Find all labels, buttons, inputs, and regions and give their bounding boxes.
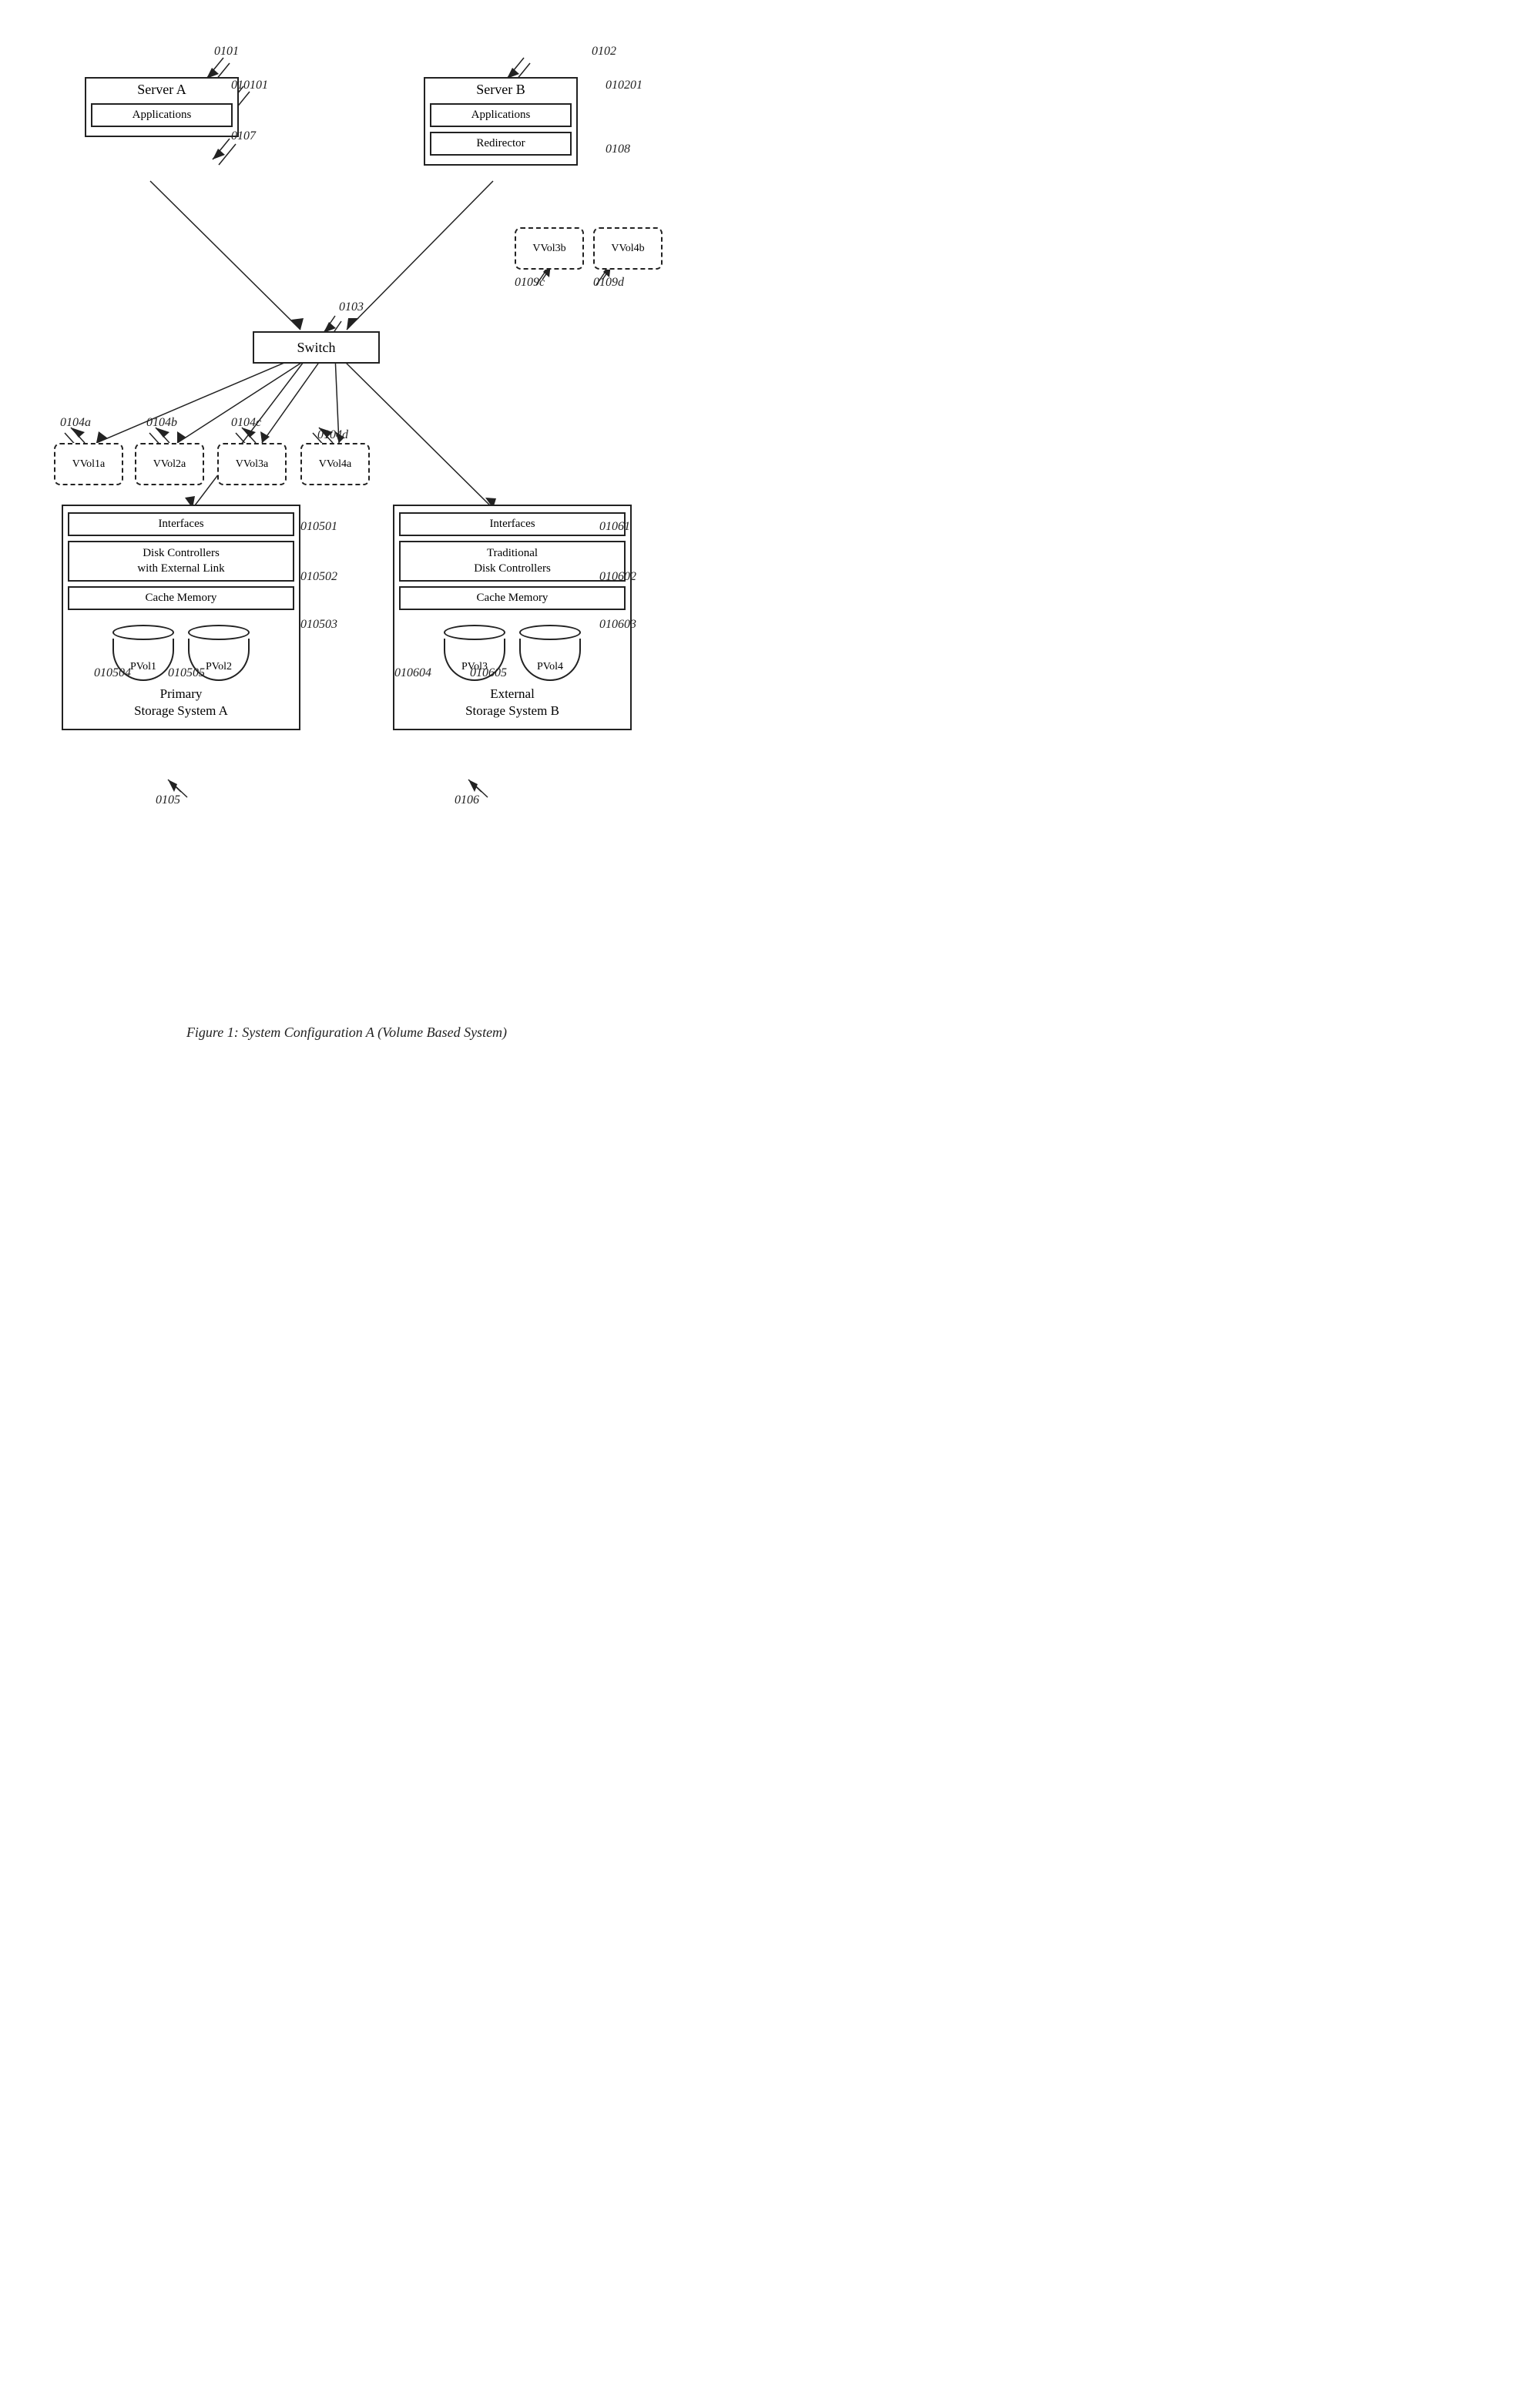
- storage-a-box: Interfaces Disk Controllers with Externa…: [62, 505, 300, 730]
- label-010502: 010502: [300, 570, 337, 584]
- server-b-box: Server B Applications Redirector: [424, 77, 578, 166]
- figure-caption: Figure 1: System Configuration A (Volume…: [15, 1025, 678, 1041]
- vvol4b: VVol4b: [593, 227, 663, 270]
- server-b-applications: Applications: [430, 103, 572, 127]
- pvol4-body: PVol4: [519, 639, 581, 681]
- label-0104c: 0104c: [231, 416, 261, 430]
- server-b-redirector: Redirector: [430, 132, 572, 156]
- server-a-box: Server A Applications: [85, 77, 239, 137]
- pvol4-cylinder: PVol4: [519, 625, 581, 681]
- pvol2-top: [188, 625, 250, 640]
- storage-a-disk-controllers: Disk Controllers with External Link: [68, 541, 294, 582]
- label-0107: 0107: [231, 129, 256, 143]
- label-010605: 010605: [470, 666, 507, 680]
- diagram: Server A Applications 0101 010101 0107 S…: [15, 15, 678, 1001]
- server-a-title: Server A: [131, 79, 192, 101]
- pvol1-top: [112, 625, 174, 640]
- storage-b-system-label: External Storage System B: [465, 681, 559, 723]
- storage-b-interfaces: Interfaces: [399, 512, 626, 536]
- storage-a-interfaces: Interfaces: [68, 512, 294, 536]
- label-0109c: 0109c: [515, 276, 545, 290]
- label-010504: 010504: [94, 666, 131, 680]
- switch-box: Switch: [253, 331, 380, 364]
- label-0106: 0106: [455, 793, 479, 807]
- label-0104d: 0104d: [317, 428, 348, 442]
- label-0108: 0108: [606, 143, 630, 156]
- label-0102: 0102: [592, 45, 616, 59]
- label-01061: 01061: [599, 520, 630, 534]
- server-a-applications: Applications: [91, 103, 233, 127]
- vvol4a: VVol4a: [300, 443, 370, 485]
- label-010501: 010501: [300, 520, 337, 534]
- storage-a-system-label: Primary Storage System A: [134, 681, 228, 723]
- label-010604: 010604: [394, 666, 431, 680]
- label-010201: 010201: [606, 79, 643, 92]
- server-b-title: Server B: [470, 79, 531, 101]
- label-0104a: 0104a: [60, 416, 91, 430]
- storage-b-cache: Cache Memory: [399, 586, 626, 610]
- storage-a-cache: Cache Memory: [68, 586, 294, 610]
- vvol3a: VVol3a: [217, 443, 287, 485]
- vvol2a: VVol2a: [135, 443, 204, 485]
- label-0105: 0105: [156, 793, 180, 807]
- pvol3-top: [444, 625, 505, 640]
- label-010101: 010101: [231, 79, 268, 92]
- pvol4-label: PVol4: [521, 661, 579, 673]
- switch-title: Switch: [290, 335, 341, 361]
- label-010505: 010505: [168, 666, 205, 680]
- label-0109d: 0109d: [593, 276, 624, 290]
- label-0103: 0103: [339, 300, 364, 314]
- storage-b-disk-controllers: Traditional Disk Controllers: [399, 541, 626, 582]
- label-010503: 010503: [300, 618, 337, 632]
- label-010602: 010602: [599, 570, 636, 584]
- vvol1a: VVol1a: [54, 443, 123, 485]
- storage-b-box: Interfaces Traditional Disk Controllers …: [393, 505, 632, 730]
- vvol3b: VVol3b: [515, 227, 584, 270]
- pvol4-top: [519, 625, 581, 640]
- label-0101: 0101: [214, 45, 239, 59]
- label-0104b: 0104b: [146, 416, 177, 430]
- label-010603: 010603: [599, 618, 636, 632]
